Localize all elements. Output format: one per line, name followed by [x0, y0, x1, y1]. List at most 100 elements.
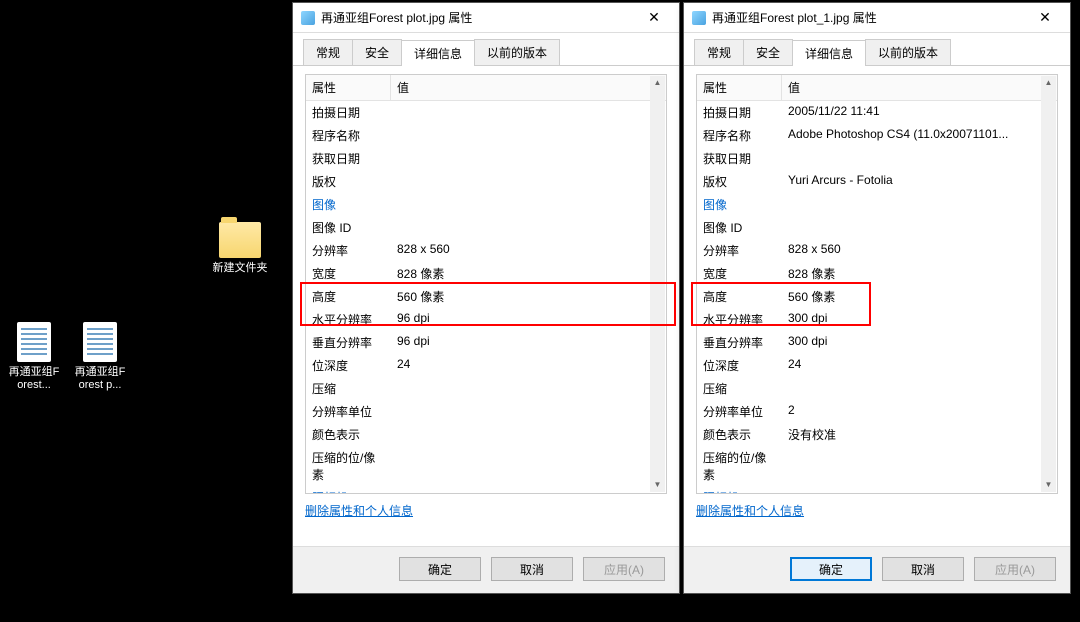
property-row[interactable]: 拍摄日期 — [306, 101, 666, 124]
property-row[interactable]: 颜色表示没有校准 — [697, 423, 1057, 446]
property-row[interactable]: 分辨率828 x 560 — [697, 239, 1057, 262]
property-row[interactable]: 分辨率828 x 560 — [306, 239, 666, 262]
property-row[interactable]: 照相机 — [306, 486, 666, 494]
tab-details[interactable]: 详细信息 — [401, 40, 475, 66]
desktop-folder[interactable]: 新建文件夹 — [210, 222, 270, 275]
scroll-up-icon[interactable]: ▲ — [650, 76, 665, 90]
property-row[interactable]: 压缩的位/像素 — [697, 446, 1057, 486]
ok-button[interactable]: 确定 — [399, 557, 481, 581]
property-row[interactable]: 分辨率单位2 — [697, 400, 1057, 423]
property-key: 程序名称 — [306, 126, 391, 145]
property-row[interactable]: 程序名称Adobe Photoshop CS4 (11.0x20071101..… — [697, 124, 1057, 147]
tab-details[interactable]: 详细信息 — [792, 40, 866, 66]
scroll-up-icon[interactable]: ▲ — [1041, 76, 1056, 90]
property-row[interactable]: 垂直分辨率300 dpi — [697, 331, 1057, 354]
property-row[interactable]: 获取日期 — [306, 147, 666, 170]
tab-general[interactable]: 常规 — [303, 39, 353, 65]
property-row[interactable]: 版权 — [306, 170, 666, 193]
remove-properties-link[interactable]: 删除属性和个人信息 — [696, 502, 804, 519]
desktop-file-1[interactable]: 再通亚组Forest... — [6, 322, 62, 392]
desktop-file-2[interactable]: 再通亚组Forest p... — [72, 322, 128, 392]
properties-dialog-1: 再通亚组Forest plot.jpg 属性 ✕ 常规 安全 详细信息 以前的版… — [292, 2, 680, 594]
scroll-down-icon[interactable]: ▼ — [1041, 478, 1056, 492]
scroll-track[interactable] — [650, 90, 665, 478]
property-row[interactable]: 位深度24 — [697, 354, 1057, 377]
property-value — [782, 488, 1057, 494]
property-key: 图像 ID — [697, 218, 782, 237]
property-key: 程序名称 — [697, 126, 782, 145]
property-key: 垂直分辨率 — [697, 333, 782, 352]
property-row[interactable]: 图像 — [697, 193, 1057, 216]
folder-icon — [219, 222, 261, 258]
property-row[interactable]: 垂直分辨率96 dpi — [306, 331, 666, 354]
property-row[interactable]: 宽度828 像素 — [697, 262, 1057, 285]
property-row[interactable]: 程序名称 — [306, 124, 666, 147]
property-key: 分辨率 — [697, 241, 782, 260]
property-row[interactable]: 图像 — [306, 193, 666, 216]
details-panel: 属性 值 拍摄日期程序名称获取日期版权图像图像 ID分辨率828 x 560宽度… — [293, 66, 679, 546]
dialog-buttons: 确定 取消 应用(A) — [684, 546, 1070, 593]
dialog-buttons: 确定 取消 应用(A) — [293, 546, 679, 593]
property-row[interactable]: 水平分辨率96 dpi — [306, 308, 666, 331]
tab-security[interactable]: 安全 — [352, 39, 402, 65]
property-key: 压缩 — [697, 379, 782, 398]
tab-previous[interactable]: 以前的版本 — [865, 39, 951, 65]
property-key: 高度 — [306, 287, 391, 306]
property-row[interactable]: 位深度24 — [306, 354, 666, 377]
property-row[interactable]: 图像 ID — [306, 216, 666, 239]
property-row[interactable]: 压缩 — [697, 377, 1057, 400]
property-value: 2005/11/22 11:41 — [782, 103, 1057, 122]
tab-general[interactable]: 常规 — [694, 39, 744, 65]
ok-button[interactable]: 确定 — [790, 557, 872, 581]
property-value — [782, 195, 1057, 214]
close-button[interactable]: ✕ — [633, 4, 675, 32]
property-row[interactable]: 压缩的位/像素 — [306, 446, 666, 486]
tab-security[interactable]: 安全 — [743, 39, 793, 65]
cancel-button[interactable]: 取消 — [882, 557, 964, 581]
close-button[interactable]: ✕ — [1024, 4, 1066, 32]
property-value — [391, 488, 666, 494]
property-value: 828 x 560 — [782, 241, 1057, 260]
folder-label: 新建文件夹 — [210, 262, 270, 275]
titlebar[interactable]: 再通亚组Forest plot.jpg 属性 ✕ — [293, 3, 679, 33]
property-key: 拍摄日期 — [306, 103, 391, 122]
scrollbar[interactable]: ▲ ▼ — [1041, 76, 1056, 492]
property-row[interactable]: 照相机 — [697, 486, 1057, 494]
property-row[interactable]: 颜色表示 — [306, 423, 666, 446]
property-row[interactable]: 拍摄日期2005/11/22 11:41 — [697, 101, 1057, 124]
tabs: 常规 安全 详细信息 以前的版本 — [293, 33, 679, 66]
property-row[interactable]: 压缩 — [306, 377, 666, 400]
scrollbar[interactable]: ▲ ▼ — [650, 76, 665, 492]
remove-properties-link[interactable]: 删除属性和个人信息 — [305, 502, 413, 519]
property-value — [391, 103, 666, 122]
property-key: 图像 — [697, 195, 782, 214]
scroll-track[interactable] — [1041, 90, 1056, 478]
tab-previous[interactable]: 以前的版本 — [474, 39, 560, 65]
scroll-down-icon[interactable]: ▼ — [650, 478, 665, 492]
property-key: 颜色表示 — [697, 425, 782, 444]
file-label: 再通亚组Forest p... — [72, 366, 128, 392]
property-value — [391, 379, 666, 398]
property-row[interactable]: 宽度828 像素 — [306, 262, 666, 285]
property-row[interactable]: 高度560 像素 — [697, 285, 1057, 308]
property-value — [782, 448, 1057, 484]
property-value — [391, 448, 666, 484]
property-row[interactable]: 版权Yuri Arcurs - Fotolia — [697, 170, 1057, 193]
titlebar[interactable]: 再通亚组Forest plot_1.jpg 属性 ✕ — [684, 3, 1070, 33]
table-header: 属性 值 — [306, 75, 666, 101]
property-row[interactable]: 高度560 像素 — [306, 285, 666, 308]
property-value — [391, 126, 666, 145]
property-row[interactable]: 水平分辨率300 dpi — [697, 308, 1057, 331]
property-key: 颜色表示 — [306, 425, 391, 444]
cancel-button[interactable]: 取消 — [491, 557, 573, 581]
property-row[interactable]: 分辨率单位 — [306, 400, 666, 423]
properties-dialog-2: 再通亚组Forest plot_1.jpg 属性 ✕ 常规 安全 详细信息 以前… — [683, 2, 1071, 594]
properties-rows[interactable]: 拍摄日期程序名称获取日期版权图像图像 ID分辨率828 x 560宽度828 像… — [306, 101, 666, 494]
property-value: 300 dpi — [782, 310, 1057, 329]
property-row[interactable]: 获取日期 — [697, 147, 1057, 170]
properties-rows[interactable]: 拍摄日期2005/11/22 11:41程序名称Adobe Photoshop … — [697, 101, 1057, 494]
property-value: 560 像素 — [391, 287, 666, 306]
property-key: 宽度 — [306, 264, 391, 283]
property-row[interactable]: 图像 ID — [697, 216, 1057, 239]
app-icon — [301, 11, 315, 25]
